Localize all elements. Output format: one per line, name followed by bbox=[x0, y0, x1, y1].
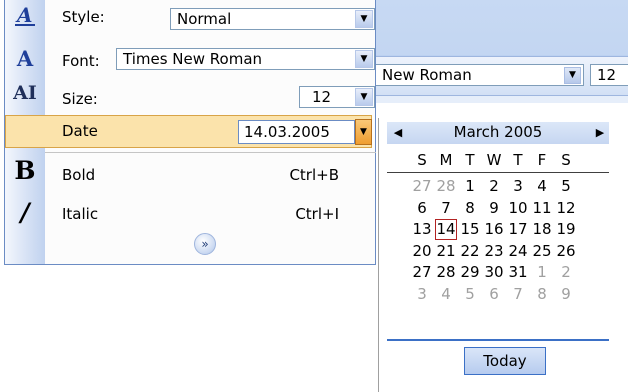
date-value: 14.03.2005 bbox=[244, 123, 330, 141]
bold-icon: B bbox=[14, 156, 36, 185]
calendar-day-other-month[interactable]: 5 bbox=[459, 284, 481, 305]
calendar-day-other-month[interactable]: 28 bbox=[435, 176, 457, 197]
italic-shortcut: Ctrl+I bbox=[295, 205, 339, 223]
size-value: 12 bbox=[312, 88, 332, 106]
font-value: Times New Roman bbox=[123, 50, 263, 68]
calendar-day[interactable]: 26 bbox=[555, 241, 577, 262]
calendar-day[interactable]: 16 bbox=[483, 219, 505, 240]
calendar-day[interactable]: 15 bbox=[459, 219, 481, 240]
calendar-day[interactable]: 27 bbox=[411, 262, 433, 283]
calendar-day[interactable]: 22 bbox=[459, 241, 481, 262]
calendar-day[interactable]: 18 bbox=[531, 219, 553, 240]
italic-icon: / bbox=[20, 198, 30, 227]
font-size-icon: AI bbox=[13, 82, 37, 104]
date-field[interactable]: 14.03.2005 bbox=[238, 120, 355, 144]
background-size-value: 12 bbox=[597, 66, 617, 84]
bold-shortcut: Ctrl+B bbox=[289, 166, 339, 184]
calendar-day[interactable]: 5 bbox=[555, 176, 577, 197]
calendar-day[interactable]: 11 bbox=[531, 198, 553, 219]
italic-menu-item[interactable]: Italic bbox=[62, 205, 98, 223]
calendar-day-other-month[interactable]: 9 bbox=[555, 284, 577, 305]
font-label: Font: bbox=[62, 52, 100, 70]
font-icon: A bbox=[16, 46, 34, 71]
date-menu-item[interactable]: Date 14.03.2005 ▼ bbox=[5, 115, 372, 148]
day-of-week: T bbox=[465, 151, 475, 169]
calendar-day-selected[interactable]: 14 bbox=[435, 219, 457, 240]
bold-menu-item[interactable]: Bold bbox=[62, 166, 95, 184]
calendar-day[interactable]: 13 bbox=[411, 219, 433, 240]
chevron-down-icon[interactable]: ▼ bbox=[355, 50, 373, 68]
calendar-day-other-month[interactable]: 7 bbox=[507, 284, 529, 305]
menu-separator bbox=[45, 152, 376, 153]
svg-text:A: A bbox=[15, 4, 33, 27]
calendar-day-other-month[interactable]: 27 bbox=[411, 176, 433, 197]
chevron-down-icon[interactable]: ▼ bbox=[564, 67, 581, 84]
calendar-day[interactable]: 28 bbox=[435, 262, 457, 283]
style-combo[interactable]: Normal ▼ bbox=[170, 8, 375, 30]
calendar-day[interactable]: 24 bbox=[507, 241, 529, 262]
calendar-day-other-month[interactable]: 2 bbox=[555, 262, 577, 283]
background-size-combo[interactable]: 12 bbox=[590, 64, 628, 86]
calendar-day[interactable]: 4 bbox=[531, 176, 553, 197]
app-root: New Roman ▼ 12 A Style: Normal ▼ A Font:… bbox=[0, 0, 628, 392]
today-button[interactable]: Today bbox=[464, 347, 546, 375]
calendar-day[interactable]: 23 bbox=[483, 241, 505, 262]
calendar-month-title: March 2005 bbox=[453, 123, 543, 141]
next-month-icon[interactable]: ▶ bbox=[591, 122, 609, 144]
calendar-day[interactable]: 9 bbox=[483, 198, 505, 219]
font-combo[interactable]: Times New Roman ▼ bbox=[116, 48, 375, 70]
calendar-day-other-month[interactable]: 4 bbox=[435, 284, 457, 305]
day-of-week: M bbox=[439, 151, 453, 169]
calendar-day[interactable]: 29 bbox=[459, 262, 481, 283]
calendar-divider bbox=[387, 172, 609, 173]
calendar-day[interactable]: 7 bbox=[435, 198, 457, 219]
calendar-day[interactable]: 12 bbox=[555, 198, 577, 219]
calendar-day[interactable]: 31 bbox=[507, 262, 529, 283]
calendar-day[interactable]: 1 bbox=[459, 176, 481, 197]
calendar-day-other-month[interactable]: 8 bbox=[531, 284, 553, 305]
style-label: Style: bbox=[62, 8, 105, 26]
background-font-combo[interactable]: New Roman ▼ bbox=[376, 64, 584, 86]
day-of-week: W bbox=[486, 151, 502, 169]
size-combo[interactable]: 12 ▼ bbox=[299, 86, 375, 108]
calendar-day[interactable]: 21 bbox=[435, 241, 457, 262]
calendar-day[interactable]: 19 bbox=[555, 219, 577, 240]
background-font-value: New Roman bbox=[382, 66, 472, 84]
day-of-week: F bbox=[537, 151, 547, 169]
calendar-day[interactable]: 2 bbox=[483, 176, 505, 197]
calendar-day[interactable]: 25 bbox=[531, 241, 553, 262]
calendar-day[interactable]: 6 bbox=[411, 198, 433, 219]
calendar-footer-divider bbox=[387, 339, 609, 341]
calendar-day-other-month[interactable]: 1 bbox=[531, 262, 553, 283]
chevron-down-icon[interactable]: ▼ bbox=[355, 88, 373, 106]
day-of-week: S bbox=[417, 151, 427, 169]
day-of-week: S bbox=[561, 151, 571, 169]
calendar-day[interactable]: 8 bbox=[459, 198, 481, 219]
date-label: Date bbox=[62, 122, 98, 140]
chevron-down-icon[interactable]: ▼ bbox=[355, 10, 373, 28]
style-icon: A bbox=[9, 3, 41, 30]
size-label: Size: bbox=[62, 90, 98, 108]
calendar-header: ◀ March 2005 ▶ bbox=[387, 122, 609, 144]
calendar-day[interactable]: 17 bbox=[507, 219, 529, 240]
calendar-day[interactable]: 30 bbox=[483, 262, 505, 283]
calendar-day[interactable]: 3 bbox=[507, 176, 529, 197]
double-chevron-down-icon[interactable]: » bbox=[194, 233, 216, 255]
calendar-popup: ◀ March 2005 ▶ S M T W T F S 27 28 1 2 3 4 5 6 7… bbox=[378, 118, 612, 392]
chevron-down-icon[interactable]: ▼ bbox=[355, 119, 372, 145]
calendar-day-other-month[interactable]: 3 bbox=[411, 284, 433, 305]
calendar-day[interactable]: 10 bbox=[507, 198, 529, 219]
style-value: Normal bbox=[177, 10, 232, 28]
day-of-week: T bbox=[513, 151, 523, 169]
calendar-day[interactable]: 20 bbox=[411, 241, 433, 262]
calendar-day-other-month[interactable]: 6 bbox=[483, 284, 505, 305]
